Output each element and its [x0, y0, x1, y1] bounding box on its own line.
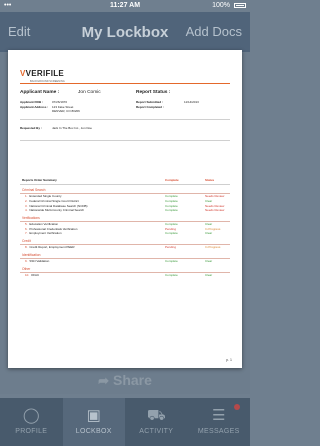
tab-label: PROFILE	[15, 428, 48, 435]
share-icon: ➦	[98, 373, 109, 388]
add-docs-button[interactable]: Add Docs	[186, 24, 242, 39]
battery-icon	[234, 3, 246, 8]
column-complete: Complete	[165, 178, 179, 182]
order-item[interactable]: 4. Nationwide Multi-County Criminal Sear…	[20, 208, 230, 213]
order-item[interactable]: 10. OFAC Complete Clear	[20, 273, 230, 278]
logo-text: VERIFILE	[25, 69, 65, 78]
details-divider	[20, 119, 230, 120]
applicant-name-label: Applicant Name :	[20, 90, 60, 95]
address-line-2: DENVER, CO 80206	[52, 109, 80, 114]
address-label: Applicant Address :	[20, 104, 49, 109]
share-button[interactable]: ➦ Share	[0, 372, 250, 389]
tab-profile[interactable]: ◯ PROFILE	[0, 398, 63, 446]
section-credit: Credit 8. Credit Report, Employment PEER…	[20, 239, 230, 250]
tab-label: ACTIVITY	[139, 428, 174, 435]
order-item[interactable]: 7. Employment Verification Complete Clear	[20, 231, 230, 236]
section-identification: Identification 9. SSN Validation Complete…	[20, 253, 230, 264]
summary-title: Reports Order Summary	[22, 178, 57, 182]
report-document[interactable]: VVERIFILE BACKGROUND SCREENING Applicant…	[8, 50, 242, 368]
order-item[interactable]: 9. SSN Validation Complete Clear	[20, 259, 230, 264]
tab-lockbox[interactable]: ▣ LOCKBOX	[62, 398, 125, 446]
requested-divider	[20, 140, 230, 141]
status-bar: ••• 11:27 AM 100%	[0, 0, 250, 12]
notification-badge	[234, 404, 240, 410]
column-status: Status	[205, 178, 215, 182]
verifile-logo: VVERIFILE BACKGROUND SCREENING	[20, 63, 65, 83]
truck-icon: ⛟	[146, 407, 166, 424]
share-label: Share	[112, 372, 152, 388]
report-status-label: Report Status :	[136, 90, 171, 95]
battery-percent: 100%	[212, 2, 230, 9]
tab-label: LOCKBOX	[75, 428, 112, 435]
messages-icon: ☰	[212, 407, 226, 424]
section-other: Other 10. OFAC Complete Clear	[20, 267, 230, 278]
order-item[interactable]: 8. Credit Report, Employment PEER Pending…	[20, 245, 230, 250]
header-divider	[20, 83, 230, 84]
tab-messages[interactable]: ☰ MESSAGES	[188, 398, 251, 446]
summary-rule	[20, 184, 230, 185]
section-verifications: Verifications 5. Education Verification C…	[20, 216, 230, 236]
lockbox-icon: ▣	[86, 407, 101, 424]
summary-header: Reports Order Summary Complete Status	[20, 178, 230, 184]
tab-label: MESSAGES	[197, 428, 240, 435]
requested-by-label: Requested By :	[20, 126, 42, 130]
nav-bar: Edit My Lockbox Add Docs	[0, 12, 250, 52]
applicant-name: Jon Comic	[78, 90, 101, 95]
orders-table: Reports Order Summary Complete Status Cr…	[20, 178, 230, 281]
completed-label: Report Completed :	[136, 104, 164, 109]
submitted-value: 11/14/2013	[184, 100, 199, 104]
requested-by-value: Jack In The Box Inc., Jon Doe	[52, 126, 92, 130]
tab-activity[interactable]: ⛟ ACTIVITY	[125, 398, 188, 446]
tab-bar: ◯ PROFILE ▣ LOCKBOX ⛟ ACTIVITY ☰ MESSAGE…	[0, 398, 250, 446]
page-number: p. 1	[226, 358, 232, 362]
section-criminal-search: Criminal Search 1. Extended Single Count…	[20, 188, 230, 213]
person-icon: ◯	[22, 407, 40, 424]
